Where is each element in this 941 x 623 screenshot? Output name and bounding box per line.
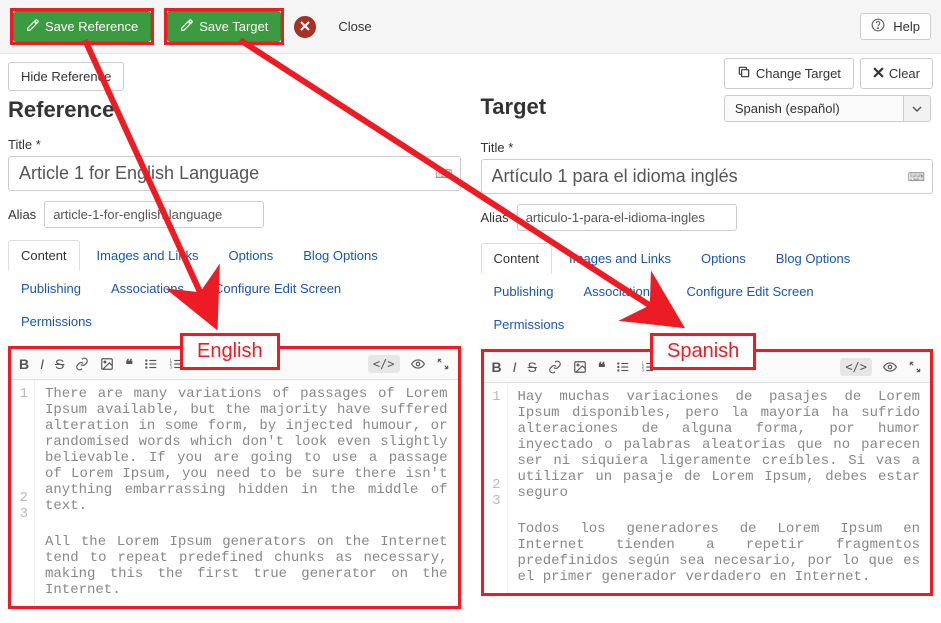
editor-text[interactable]: There are many variations of passages of…	[35, 380, 458, 606]
save-target-label: Save Target	[199, 19, 268, 34]
bold-icon[interactable]: B	[492, 359, 502, 375]
svg-text:3: 3	[642, 368, 645, 373]
target-controls: Change Target Clear Spanish (español)	[724, 58, 933, 122]
tab-blog-options[interactable]: Blog Options	[290, 240, 390, 271]
reference-column: Hide Reference Reference Title * ⌨ Alias…	[8, 62, 461, 609]
link-icon[interactable]	[75, 357, 89, 371]
close-label: Close	[338, 19, 371, 34]
tab-content[interactable]: Content	[481, 243, 553, 274]
reference-heading: Reference	[8, 97, 461, 123]
quote-icon[interactable]: ❝	[598, 359, 606, 376]
editor-text[interactable]: Hay muchas variaciones de pasajes de Lor…	[508, 383, 931, 593]
tab-configure-edit[interactable]: Configure Edit Screen	[201, 273, 354, 304]
target-title-input[interactable]	[481, 159, 934, 194]
tab-permissions[interactable]: Permissions	[8, 306, 105, 337]
tab-images-links[interactable]: Images and Links	[84, 240, 212, 271]
italic-icon[interactable]: I	[513, 359, 517, 375]
strike-icon[interactable]: S	[528, 359, 537, 375]
tab-publishing[interactable]: Publishing	[8, 273, 94, 304]
clear-button[interactable]: Clear	[860, 58, 933, 89]
reference-alias-label: Alias	[8, 207, 36, 222]
preview-icon[interactable]	[883, 360, 897, 374]
chevron-down-icon[interactable]	[904, 95, 931, 122]
reference-editor: B I S ❝ 123 </> 1 2 3 The	[8, 346, 461, 609]
editor-paragraph: Todos los generadores de Lorem Ipsum en …	[518, 521, 921, 585]
keyboard-icon: ⌨	[908, 170, 925, 184]
tab-options[interactable]: Options	[215, 240, 286, 271]
line-gutter: 1 2 3	[11, 380, 35, 606]
reference-title-label: Title *	[8, 137, 461, 152]
reference-title-input[interactable]	[8, 156, 461, 191]
target-alias-label: Alias	[481, 210, 509, 225]
editor-body[interactable]: 1 2 3 There are many variations of passa…	[11, 380, 458, 606]
close-icon-button[interactable]	[294, 16, 316, 38]
help-label: Help	[893, 19, 920, 34]
tab-associations[interactable]: Associations	[571, 276, 670, 307]
close-icon	[300, 19, 310, 34]
target-language-value: Spanish (español)	[724, 95, 904, 122]
ul-icon[interactable]	[144, 357, 158, 371]
tab-publishing[interactable]: Publishing	[481, 276, 567, 307]
preview-icon[interactable]	[411, 357, 425, 371]
close-button[interactable]: Close	[326, 13, 383, 40]
top-toolbar: Save Reference Save Target Close Help	[0, 0, 941, 54]
tab-options[interactable]: Options	[688, 243, 759, 274]
tab-blog-options[interactable]: Blog Options	[763, 243, 863, 274]
code-view-icon[interactable]: </>	[368, 355, 400, 373]
main-area: Hide Reference Reference Title * ⌨ Alias…	[0, 54, 941, 621]
image-icon[interactable]	[100, 357, 114, 371]
help-icon	[871, 18, 885, 35]
code-view-icon[interactable]: </>	[840, 358, 872, 376]
quote-icon[interactable]: ❝	[125, 356, 133, 373]
editor-toolbar: B I S ❝ 123 </>	[11, 349, 458, 380]
save-reference-label: Save Reference	[45, 19, 138, 34]
ol-icon[interactable]: 123	[641, 360, 655, 374]
target-title-label: Title *	[481, 140, 934, 155]
close-icon	[873, 66, 884, 81]
fullscreen-icon[interactable]	[908, 360, 922, 374]
help-button[interactable]: Help	[860, 13, 931, 40]
strike-icon[interactable]: S	[55, 356, 64, 372]
italic-icon[interactable]: I	[40, 356, 44, 372]
link-icon[interactable]	[548, 360, 562, 374]
tab-configure-edit[interactable]: Configure Edit Screen	[673, 276, 826, 307]
annotation-box-save-target: Save Target	[164, 8, 284, 45]
change-target-label: Change Target	[756, 66, 841, 81]
save-reference-button[interactable]: Save Reference	[13, 11, 151, 42]
pencil-square-icon	[26, 18, 40, 35]
target-editor: B I S ❝ 123 </> 1 2 3 Hay	[481, 349, 934, 596]
svg-text:3: 3	[169, 365, 172, 370]
hide-reference-label: Hide Reference	[21, 69, 111, 84]
tab-permissions[interactable]: Permissions	[481, 309, 578, 340]
editor-paragraph: There are many variations of passages of…	[45, 386, 448, 514]
reference-alias-input[interactable]	[44, 201, 264, 228]
change-target-button[interactable]: Change Target	[724, 58, 854, 89]
editor-paragraph: All the Lorem Ipsum generators on the In…	[45, 534, 448, 598]
copy-icon	[737, 65, 751, 82]
editor-toolbar: B I S ❝ 123 </>	[484, 352, 931, 383]
tab-content[interactable]: Content	[8, 240, 80, 271]
hide-reference-button[interactable]: Hide Reference	[8, 62, 124, 91]
pencil-square-icon	[180, 18, 194, 35]
target-tabs: Content Images and Links Options Blog Op…	[481, 243, 934, 341]
target-heading: Target	[481, 94, 547, 120]
bold-icon[interactable]: B	[19, 356, 29, 372]
save-target-button[interactable]: Save Target	[167, 11, 281, 42]
annotation-box-save-reference: Save Reference	[10, 8, 154, 45]
line-gutter: 1 2 3	[484, 383, 508, 593]
target-alias-input[interactable]	[517, 204, 737, 231]
ol-icon[interactable]: 123	[169, 357, 183, 371]
editor-body[interactable]: 1 2 3 Hay muchas variaciones de pasajes …	[484, 383, 931, 593]
target-column: Target Change Target Clear Spanish (espa…	[481, 62, 934, 609]
reference-tabs: Content Images and Links Options Blog Op…	[8, 240, 461, 338]
image-icon[interactable]	[573, 360, 587, 374]
tab-images-links[interactable]: Images and Links	[556, 243, 684, 274]
editor-paragraph: Hay muchas variaciones de pasajes de Lor…	[518, 389, 921, 501]
target-language-select[interactable]: Spanish (español)	[724, 95, 933, 122]
tab-associations[interactable]: Associations	[98, 273, 197, 304]
fullscreen-icon[interactable]	[436, 357, 450, 371]
clear-label: Clear	[889, 66, 920, 81]
ul-icon[interactable]	[616, 360, 630, 374]
keyboard-icon: ⌨	[435, 167, 452, 181]
